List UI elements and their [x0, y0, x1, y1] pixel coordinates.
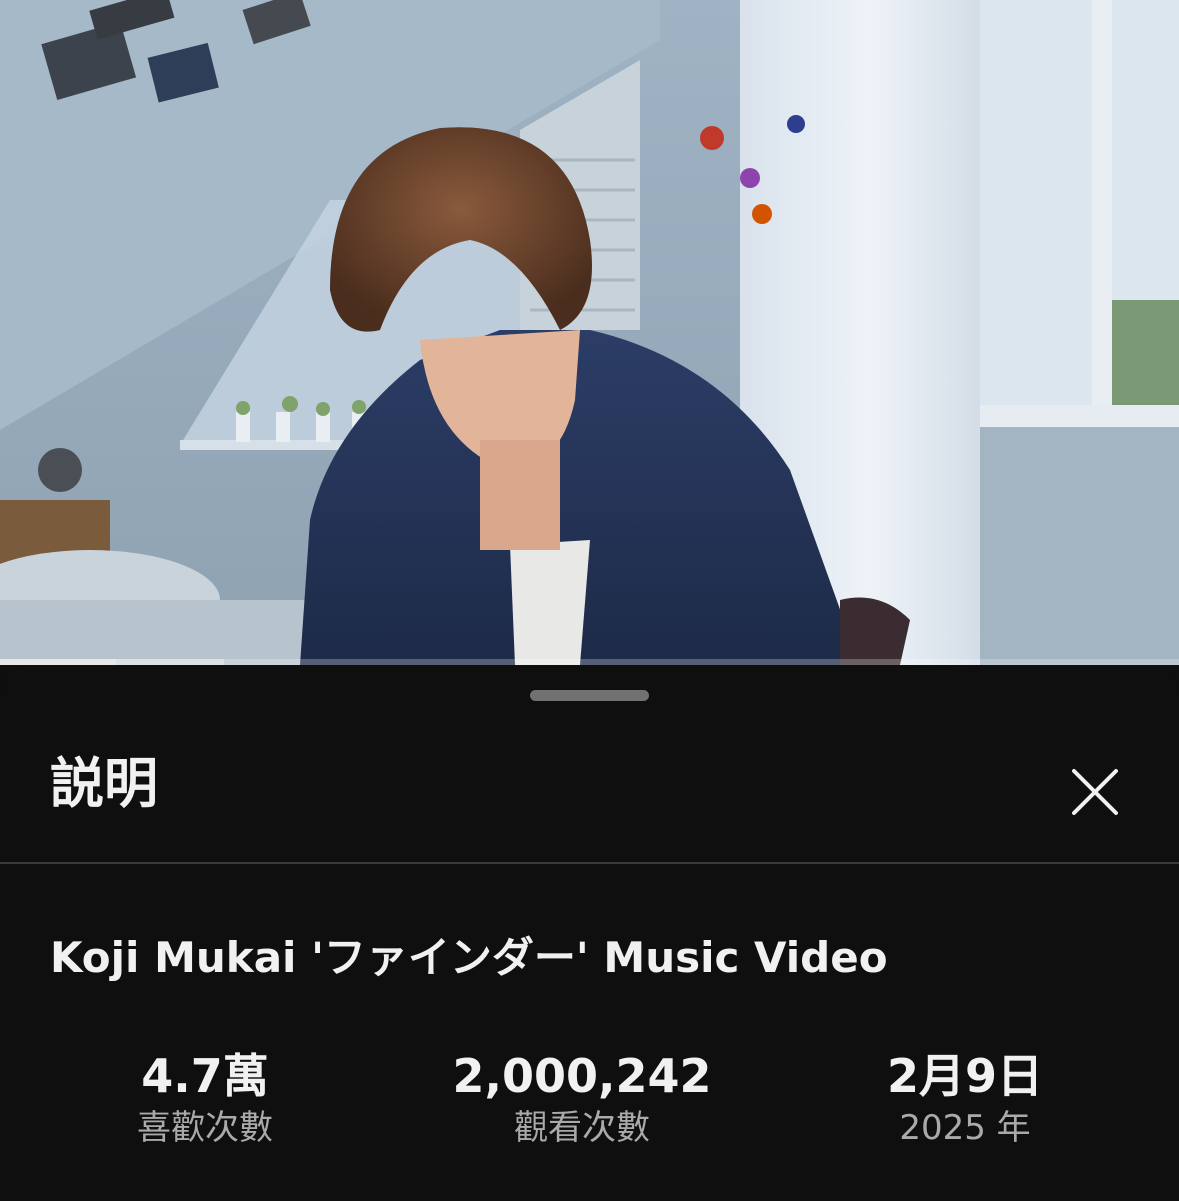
publish-year: 2025 年: [899, 1107, 1031, 1148]
progress-played: [0, 659, 116, 665]
close-button[interactable]: [1068, 765, 1122, 819]
drag-handle[interactable]: [530, 690, 649, 701]
date-stat: 2月9日 2025 年: [800, 1051, 1130, 1147]
progress-bar[interactable]: [0, 659, 1179, 665]
video-player[interactable]: [0, 0, 1179, 665]
close-icon: [1072, 769, 1118, 815]
views-count: 2,000,242: [452, 1049, 712, 1103]
divider: [0, 862, 1179, 864]
views-label: 觀看次數: [514, 1107, 650, 1148]
likes-count: 4.7萬: [141, 1049, 269, 1103]
likes-label: 喜歡次數: [137, 1107, 273, 1148]
sheet-title: 説明: [50, 752, 158, 815]
views-stat: 2,000,242 觀看次數: [417, 1051, 747, 1147]
description-sheet: 説明 Koji Mukai 'ファインダー' Music Video 4.7萬 …: [0, 667, 1179, 1201]
likes-stat: 4.7萬 喜歡次數: [40, 1051, 370, 1147]
video-title: Koji Mukai 'ファインダー' Music Video: [50, 933, 888, 982]
video-frame-image: [0, 0, 1179, 665]
publish-date: 2月9日: [886, 1049, 1043, 1103]
